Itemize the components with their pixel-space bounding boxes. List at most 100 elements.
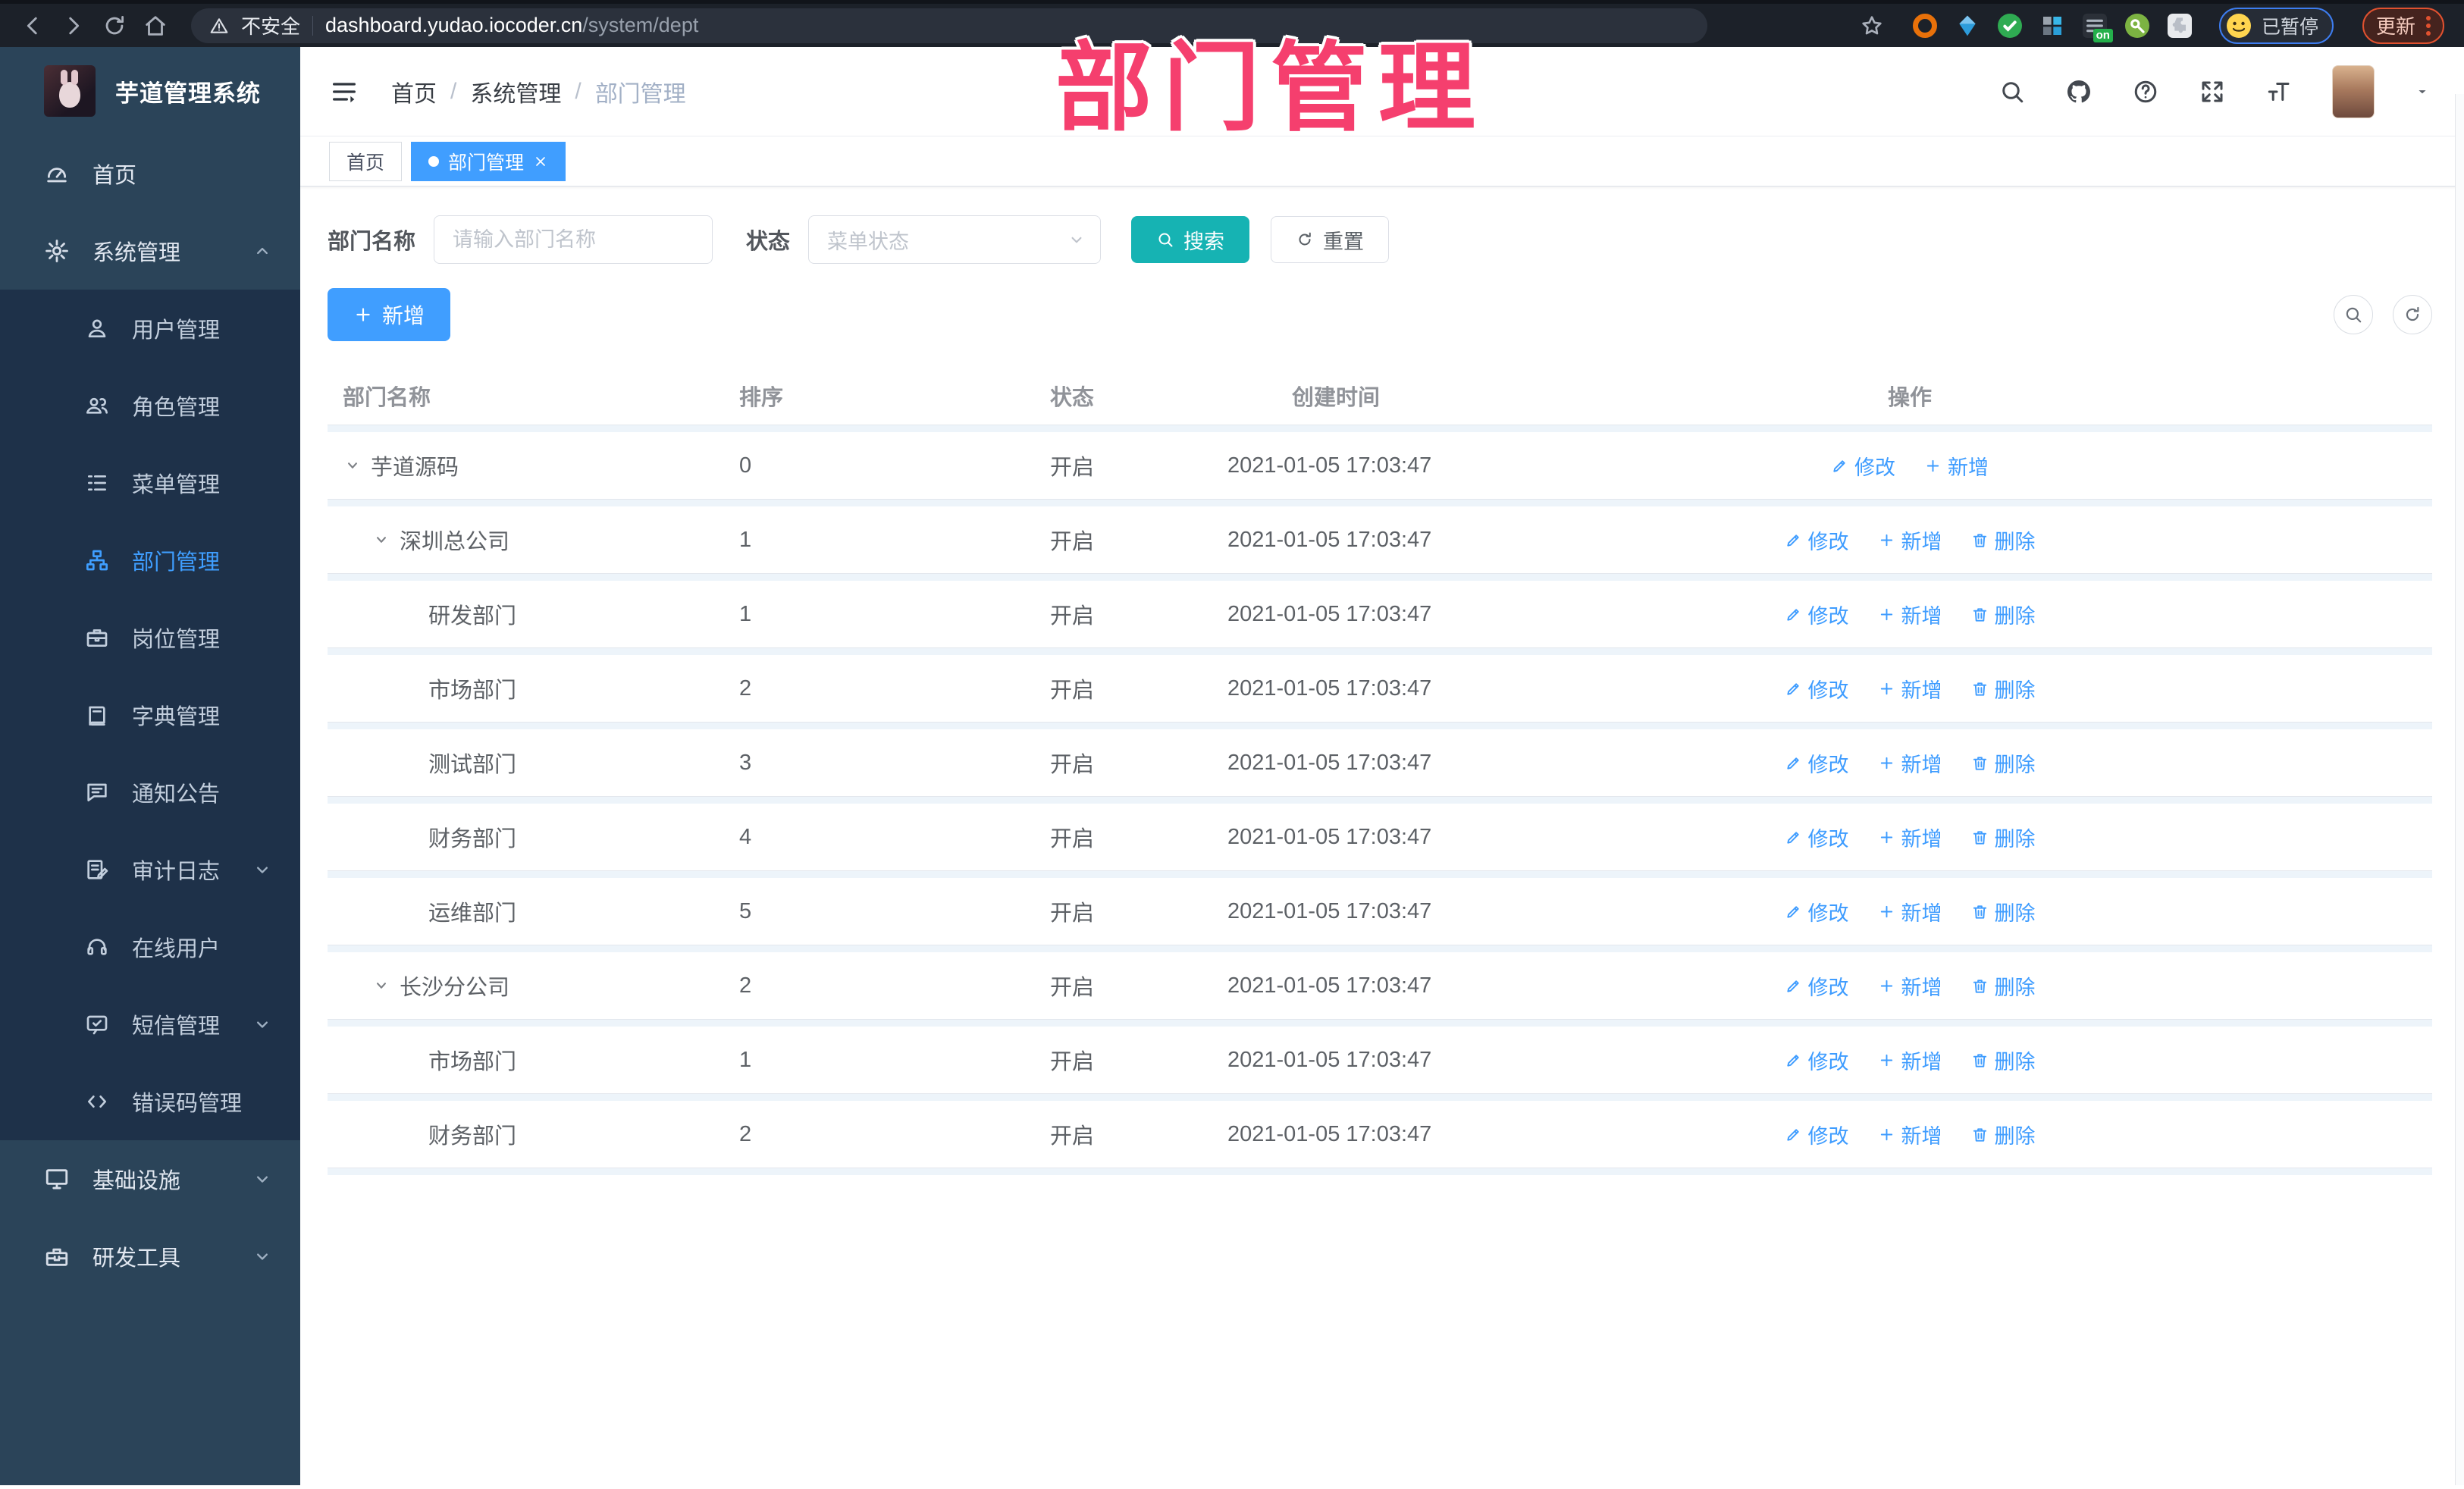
sidebar-item-label: 在线用户: [132, 937, 221, 961]
delete-link[interactable]: 删除: [1971, 674, 2036, 704]
sidebar-item-dept[interactable]: 部门管理: [0, 522, 300, 599]
add-link[interactable]: 新增: [1878, 1045, 1942, 1075]
green-key-extension-icon[interactable]: [2124, 13, 2149, 38]
sidebar-item-label: 岗位管理: [132, 628, 221, 652]
sidebar-item-post[interactable]: 岗位管理: [0, 599, 300, 676]
sidebar-item-notice[interactable]: 通知公告: [0, 754, 300, 831]
address-bar[interactable]: 不安全 dashboard.yudao.iocoder.cn/system/de…: [191, 8, 1707, 43]
sidebar-item-error-code[interactable]: 错误码管理: [0, 1063, 300, 1140]
sidebar-item-menu[interactable]: 菜单管理: [0, 444, 300, 522]
toggle-search-button[interactable]: [2334, 295, 2373, 334]
add-link[interactable]: 新增: [1878, 897, 1942, 926]
add-link[interactable]: 新增: [1924, 451, 1989, 481]
fullscreen-icon[interactable]: [2199, 78, 2226, 105]
trash-icon: [1973, 904, 1986, 919]
edit-link[interactable]: 修改: [1785, 748, 1849, 778]
filter-form: 部门名称 状态 菜单状态 搜索 重置: [328, 215, 2432, 264]
bookmark-star-icon[interactable]: [1860, 14, 1884, 38]
user-avatar[interactable]: [2332, 64, 2375, 118]
created-time-cell: 2021-01-05 17:03:47: [1227, 453, 1432, 478]
edit-link[interactable]: 修改: [1831, 451, 1895, 481]
browser-reload-icon[interactable]: [102, 13, 127, 39]
add-link[interactable]: 新增: [1878, 674, 1942, 704]
row-divider: [328, 870, 2432, 878]
sidebar-item-online-user[interactable]: 在线用户: [0, 908, 300, 986]
font-size-icon[interactable]: [2265, 78, 2293, 105]
sidebar-item-user[interactable]: 用户管理: [0, 290, 300, 367]
sidebar-item-infra[interactable]: 基础设施: [0, 1140, 300, 1218]
search-button[interactable]: 搜索: [1131, 216, 1250, 263]
browser-profile-chip[interactable]: 已暂停: [2218, 7, 2334, 44]
plus-icon: [1880, 831, 1892, 843]
dept-name-cell: 长沙分公司: [328, 970, 724, 1002]
delete-link[interactable]: 删除: [1971, 971, 2036, 1001]
edit-link[interactable]: 修改: [1785, 525, 1849, 555]
gear-icon: [45, 240, 68, 262]
blue-gem-extension-icon[interactable]: [1955, 14, 1980, 38]
sidebar-item-audit-log[interactable]: 审计日志: [0, 831, 300, 908]
delete-link[interactable]: 删除: [1971, 1120, 2036, 1149]
system-submenu: 用户管理 角色管理 菜单管理 部门管理 岗位管理 字典管理 通知公告 审计日志 …: [0, 290, 300, 1140]
delete-link[interactable]: 删除: [1971, 525, 2036, 555]
help-icon[interactable]: [2132, 78, 2159, 105]
browser-back-icon[interactable]: [20, 13, 45, 39]
monitor-icon: [45, 1169, 68, 1190]
chevron-down-icon: [252, 859, 273, 880]
row-divider: [328, 722, 2432, 729]
breadcrumb-item-0[interactable]: 首页: [391, 75, 437, 108]
sidebar-item-dev-tool[interactable]: 研发工具: [0, 1218, 300, 1295]
add-link[interactable]: 新增: [1878, 971, 1942, 1001]
hamburger-icon[interactable]: [329, 77, 359, 107]
edit-link[interactable]: 修改: [1785, 897, 1849, 926]
add-button[interactable]: 新增: [328, 288, 451, 341]
tree-expand-caret-icon[interactable]: [371, 530, 400, 550]
add-link[interactable]: 新增: [1878, 823, 1942, 852]
status-select[interactable]: 菜单状态: [808, 215, 1102, 264]
grid-extension-icon[interactable]: [2040, 14, 2064, 38]
sidebar-item-dict[interactable]: 字典管理: [0, 676, 300, 754]
dept-name-input[interactable]: [434, 215, 713, 264]
browser-update-button[interactable]: 更新: [2362, 7, 2444, 44]
tree-expand-caret-icon[interactable]: [371, 976, 400, 995]
refresh-table-button[interactable]: [2393, 295, 2432, 334]
browser-home-icon[interactable]: [143, 13, 168, 39]
tab-首页[interactable]: 首页: [329, 141, 403, 181]
browser-menu-dots-icon[interactable]: [2426, 15, 2431, 36]
edit-link[interactable]: 修改: [1785, 971, 1849, 1001]
edit-link[interactable]: 修改: [1785, 600, 1849, 629]
delete-link[interactable]: 删除: [1971, 1045, 2036, 1075]
delete-link[interactable]: 删除: [1971, 897, 2036, 926]
puzzle-extension-icon[interactable]: [2167, 13, 2192, 38]
reset-button[interactable]: 重置: [1271, 216, 1390, 263]
tab-部门管理[interactable]: 部门管理: [411, 141, 566, 181]
sidebar-item-role[interactable]: 角色管理: [0, 367, 300, 444]
edit-link[interactable]: 修改: [1785, 1120, 1849, 1149]
delete-link[interactable]: 删除: [1971, 823, 2036, 852]
add-link[interactable]: 新增: [1878, 748, 1942, 778]
delete-link[interactable]: 删除: [1971, 600, 2036, 629]
tree-expand-caret-icon[interactable]: [343, 456, 371, 475]
list-on-extension-icon[interactable]: on: [2082, 13, 2113, 42]
add-link[interactable]: 新增: [1878, 525, 1942, 555]
github-icon[interactable]: [2065, 78, 2093, 105]
sidebar-item-system[interactable]: 系统管理: [0, 212, 300, 290]
caret-down-icon[interactable]: [2414, 83, 2431, 100]
edit-link[interactable]: 修改: [1785, 1045, 1849, 1075]
sidebar-item-sms[interactable]: 短信管理: [0, 986, 300, 1063]
green-check-extension-icon[interactable]: [1997, 13, 2022, 38]
scrollbar[interactable]: [2455, 94, 2464, 1485]
edit-link[interactable]: 修改: [1785, 674, 1849, 704]
close-icon[interactable]: [533, 154, 548, 169]
sidebar-item-home[interactable]: 首页: [0, 135, 300, 212]
search-icon[interactable]: [1998, 78, 2026, 105]
add-link[interactable]: 新增: [1878, 600, 1942, 629]
delete-link[interactable]: 删除: [1971, 748, 2036, 778]
edit-link[interactable]: 修改: [1785, 823, 1849, 852]
app-logo[interactable]: 芋道管理系统: [0, 47, 300, 135]
breadcrumb-item-1[interactable]: 系统管理: [470, 75, 561, 108]
browser-forward-icon[interactable]: [61, 13, 86, 39]
edit-icon: [1786, 980, 1799, 992]
orange-ring-extension-icon[interactable]: [1912, 13, 1937, 38]
add-link[interactable]: 新增: [1878, 1120, 1942, 1149]
extensions-row: on: [1912, 13, 2192, 42]
